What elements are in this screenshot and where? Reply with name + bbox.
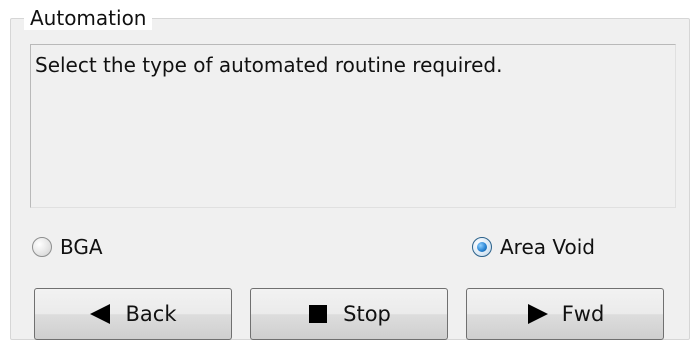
radio-area-void-label: Area Void: [500, 235, 595, 259]
fwd-button[interactable]: Fwd: [466, 288, 664, 340]
group-title: Automation: [24, 6, 153, 30]
back-button-label: Back: [125, 302, 177, 326]
back-button[interactable]: Back: [34, 288, 232, 340]
forward-arrow-icon: [526, 303, 548, 325]
back-arrow-icon: [89, 303, 112, 325]
message-box: Select the type of automated routine req…: [30, 44, 676, 208]
radio-area-void[interactable]: Area Void: [472, 232, 595, 262]
fwd-button-label: Fwd: [561, 302, 605, 326]
radio-bga-indicator[interactable]: [32, 237, 52, 257]
instruction-text: Select the type of automated routine req…: [35, 53, 503, 77]
stop-button[interactable]: Stop: [250, 288, 448, 340]
stop-button-label: Stop: [343, 302, 391, 326]
radio-area-void-indicator[interactable]: [472, 237, 492, 257]
radio-bga[interactable]: BGA: [32, 232, 103, 262]
stop-square-icon: [307, 303, 329, 325]
radio-bga-label: BGA: [60, 235, 103, 259]
